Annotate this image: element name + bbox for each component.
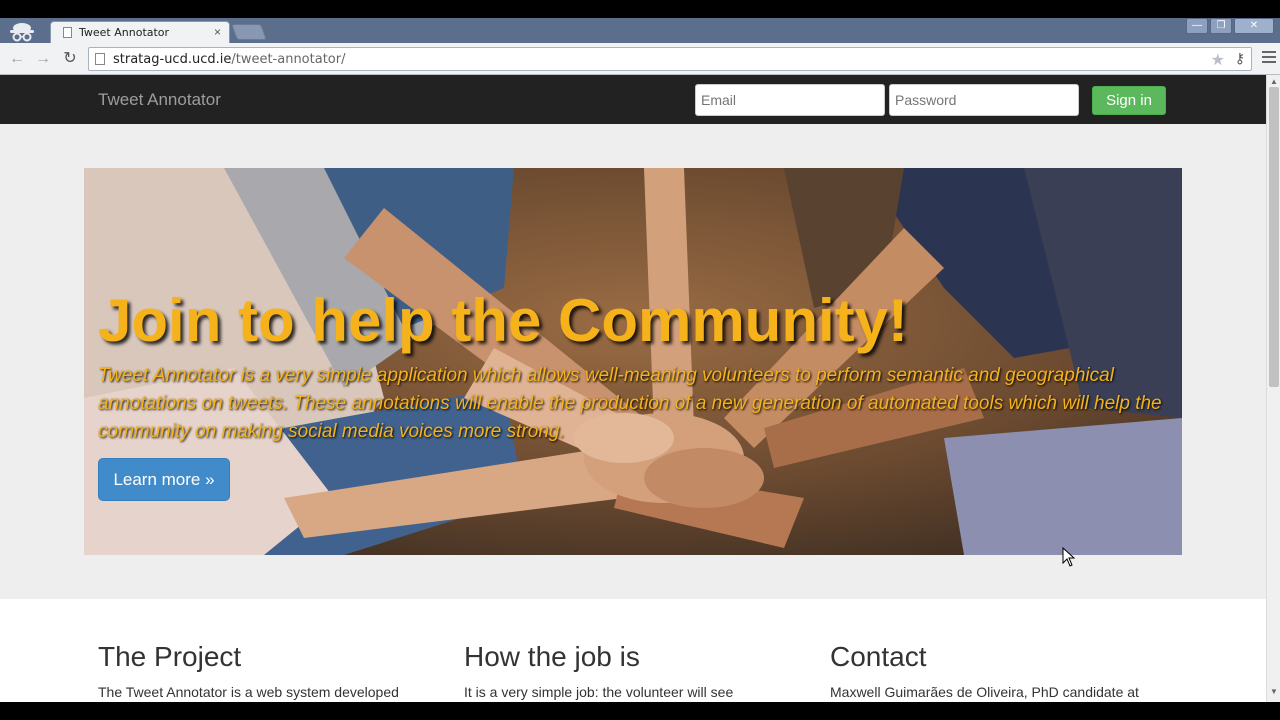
reload-icon[interactable]: ↻: [61, 50, 79, 68]
address-bar[interactable]: stratag-ucd.ucd.ie/tweet-annotator/ ★ ⚷: [88, 47, 1252, 71]
back-icon[interactable]: ←: [8, 50, 26, 68]
key-icon[interactable]: ⚷: [1235, 50, 1245, 67]
browser-tabstrip: Tweet Annotator × — ❐ ✕: [0, 18, 1280, 43]
close-window-button[interactable]: ✕: [1234, 18, 1274, 34]
incognito-icon: [10, 23, 34, 42]
email-field[interactable]: [695, 84, 885, 116]
hero-title: Join to help the Community!: [98, 287, 908, 354]
window-controls: — ❐ ✕: [1186, 18, 1274, 36]
forward-icon[interactable]: →: [34, 50, 52, 68]
sign-in-button[interactable]: Sign in: [1092, 86, 1166, 115]
column-heading: The Project: [98, 641, 242, 672]
minimize-button[interactable]: —: [1186, 18, 1208, 34]
tab-close-icon[interactable]: ×: [214, 25, 221, 39]
url-path: /tweet-annotator/: [231, 52, 346, 67]
column-text: The Tweet Annotator is a web system deve…: [98, 684, 399, 700]
scrollbar-thumb[interactable]: [1269, 87, 1279, 387]
password-field[interactable]: [889, 84, 1079, 116]
page-icon: [95, 53, 105, 65]
site-navbar: Tweet Annotator Sign in: [0, 75, 1266, 124]
new-tab-button[interactable]: [231, 24, 267, 40]
url-text[interactable]: stratag-ucd.ucd.ie/tweet-annotator/: [113, 52, 345, 67]
page-icon: [63, 27, 72, 38]
brand-link[interactable]: Tweet Annotator: [98, 90, 221, 110]
mouse-cursor-icon: [1062, 547, 1076, 567]
hero-description: Tweet Annotator is a very simple applica…: [98, 365, 1162, 442]
restore-button[interactable]: ❐: [1210, 18, 1232, 34]
menu-icon[interactable]: [1262, 51, 1276, 65]
learn-more-button[interactable]: Learn more »: [98, 458, 230, 501]
browser-tab[interactable]: Tweet Annotator ×: [50, 21, 230, 43]
browser-toolbar: ← → ↻ stratag-ucd.ucd.ie/tweet-annotator…: [0, 43, 1280, 75]
column-how-job: How the job is It is a very simple job: …: [464, 641, 804, 702]
column-text: Maxwell Guimarães de Oliveira, PhD candi…: [830, 684, 1139, 700]
vertical-scrollbar[interactable]: ▲ ▼: [1266, 75, 1280, 702]
scroll-down-icon[interactable]: ▼: [1270, 687, 1278, 696]
url-domain: stratag-ucd.ucd.ie: [113, 52, 232, 67]
scroll-up-icon[interactable]: ▲: [1270, 77, 1278, 86]
column-heading: Contact: [830, 641, 927, 672]
column-contact: Contact Maxwell Guimarães de Oliveira, P…: [830, 641, 1170, 702]
column-heading: How the job is: [464, 641, 640, 672]
column-text: It is a very simple job: the volunteer w…: [464, 684, 734, 700]
page-viewport: Tweet Annotator Sign in: [0, 75, 1266, 702]
column-project: The Project The Tweet Annotator is a web…: [98, 641, 438, 702]
screen-top-border: [0, 0, 1280, 18]
info-section: The Project The Tweet Annotator is a web…: [0, 599, 1266, 702]
bookmark-star-icon[interactable]: ★: [1211, 50, 1225, 70]
tab-title: Tweet Annotator: [79, 26, 170, 39]
screen-bottom-border: [0, 702, 1280, 720]
hero-jumbotron: Join to help the Community! Tweet Annota…: [84, 168, 1182, 555]
